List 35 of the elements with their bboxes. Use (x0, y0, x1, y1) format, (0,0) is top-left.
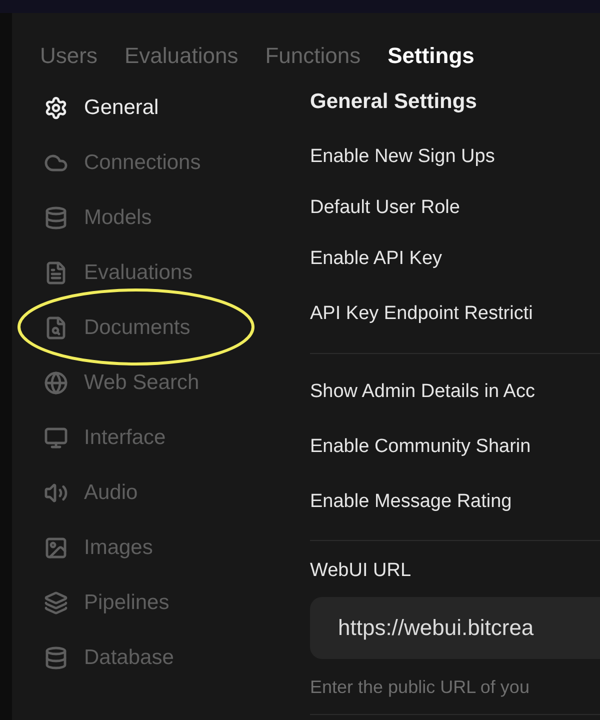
field-label: WebUI URL (310, 559, 412, 583)
document-search-icon (44, 316, 68, 340)
image-icon (44, 536, 68, 560)
sidebar-item[interactable]: Web Search (44, 355, 310, 410)
setting-label: Show Admin Details in Acc (310, 380, 536, 404)
setting-label: Default User Role (310, 196, 461, 220)
sidebar-item[interactable]: General (44, 80, 310, 135)
tab[interactable]: Users (40, 42, 98, 68)
database-icon (44, 206, 68, 230)
field-hint: Enter the public URL of you (310, 677, 530, 697)
setting-label: Enable API Key (310, 247, 444, 272)
gear-icon (44, 96, 68, 120)
tab[interactable]: Settings (388, 42, 474, 68)
database-icon (44, 646, 68, 670)
layers-icon (44, 590, 68, 614)
monitor-icon (44, 426, 68, 450)
setting-label: Enable Message Rating (310, 490, 513, 514)
url-field[interactable]: https://webui.bitcrea (310, 597, 600, 659)
sidebar-item[interactable]: Images (44, 520, 310, 575)
sidebar-item[interactable]: Audio (44, 465, 310, 520)
sidebar-item[interactable]: Interface (44, 410, 310, 465)
sidebar-item[interactable]: Pipelines (44, 575, 310, 630)
tab[interactable]: Functions (265, 42, 361, 68)
sidebar-item[interactable]: Models (44, 190, 310, 245)
sidebar-item[interactable]: Connections (44, 135, 310, 190)
document-icon (44, 260, 68, 284)
section-title: General Settings (310, 89, 478, 116)
setting-label: API Key Endpoint Restricti (310, 302, 534, 326)
sidebar-item[interactable]: Database (44, 630, 310, 685)
sidebar-item[interactable]: Evaluations (44, 245, 310, 300)
sidebar-item[interactable]: Documents (44, 300, 310, 355)
tab[interactable]: Evaluations (124, 42, 238, 68)
setting-label: Enable New Sign Ups (310, 145, 496, 170)
globe-icon (44, 370, 68, 394)
setting-label: Enable Community Sharin (310, 435, 532, 460)
